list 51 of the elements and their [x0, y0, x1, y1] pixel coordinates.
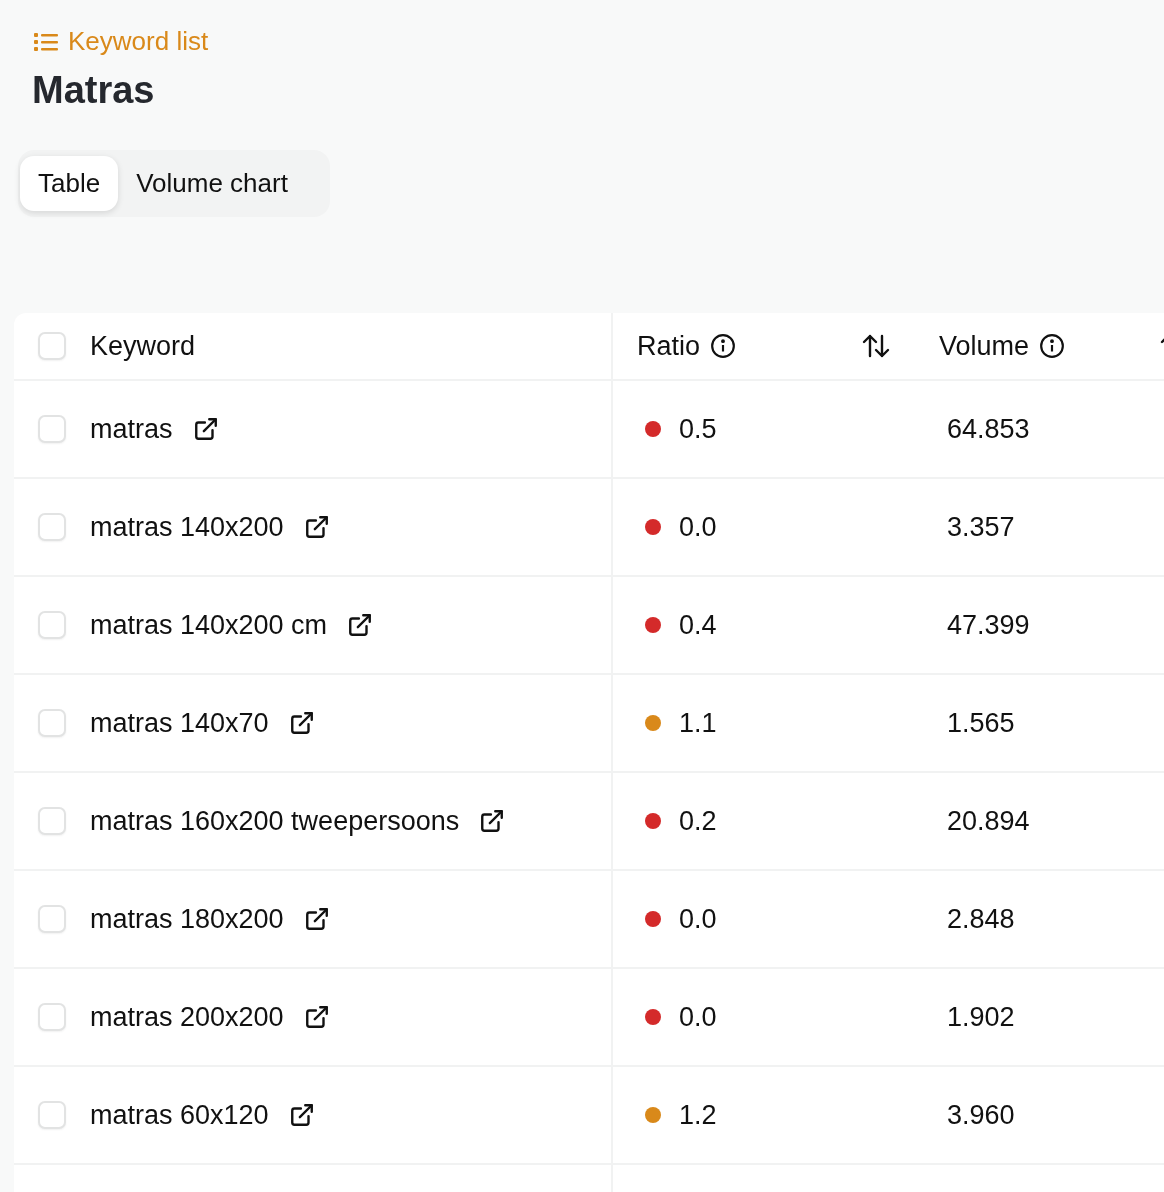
external-link-icon[interactable] [303, 1004, 330, 1030]
external-link-icon[interactable] [288, 1102, 315, 1128]
info-icon[interactable] [710, 333, 737, 359]
checkbox[interactable] [38, 807, 66, 835]
external-link-icon[interactable] [303, 906, 330, 932]
ratio-value: 1.2 [679, 1099, 717, 1131]
volume-value: 2.848 [947, 903, 1015, 935]
keyword-link[interactable]: matras 180x200 [90, 903, 284, 935]
keyword-link[interactable]: matras [90, 413, 173, 445]
volume-value: 3.357 [947, 511, 1015, 543]
checkbox[interactable] [38, 1101, 66, 1129]
volume-value: 47.399 [947, 609, 1030, 641]
external-link-icon[interactable] [347, 612, 374, 638]
checkbox[interactable] [38, 709, 66, 737]
volume-value: 3.960 [947, 1099, 1015, 1131]
column-header: Keyword [90, 330, 196, 362]
checkbox[interactable] [38, 513, 66, 541]
tab[interactable]: Volume chart [118, 156, 306, 211]
keyword-link[interactable]: matras 60x120 [90, 1099, 269, 1131]
ratio-value: 0.4 [679, 609, 717, 641]
external-link-icon[interactable] [192, 416, 219, 442]
checkbox[interactable] [38, 905, 66, 933]
external-link-icon[interactable] [303, 514, 330, 540]
column-header: Volume [939, 330, 1030, 362]
external-link-icon[interactable] [479, 808, 506, 834]
ratio-value: 0.5 [679, 413, 717, 445]
sort-icon[interactable] [861, 333, 891, 359]
checkbox[interactable] [38, 415, 66, 443]
volume-value: 64.853 [947, 413, 1030, 445]
checkbox[interactable] [38, 1003, 66, 1031]
keyword-link[interactable]: matras 200x200 [90, 1001, 284, 1033]
page-title: Matras [32, 69, 156, 112]
volume-value: 20.894 [947, 805, 1030, 837]
keyword-link[interactable]: matras 140x70 [90, 707, 269, 739]
info-icon[interactable] [1039, 333, 1066, 359]
ratio-value: 0.2 [679, 805, 717, 837]
keyword-link[interactable]: matras 160x200 tweepersoons [90, 805, 460, 837]
ratio-value: 0.0 [679, 1001, 717, 1033]
tab[interactable]: Table [20, 156, 119, 211]
ratio-value: 0.0 [679, 511, 717, 543]
column-header: Ratio [637, 330, 701, 362]
checkbox[interactable] [38, 611, 66, 639]
list-icon [34, 31, 58, 52]
ratio-value: 1.1 [679, 707, 717, 739]
external-link-icon[interactable] [288, 710, 315, 736]
keyword-link[interactable]: matras 140x200 [90, 511, 284, 543]
volume-value: 1.902 [947, 1001, 1015, 1033]
checkbox[interactable] [38, 332, 66, 360]
ratio-value: 0.0 [679, 903, 717, 935]
keyword-link[interactable]: matras 140x200 cm [90, 609, 328, 641]
volume-value: 1.565 [947, 707, 1015, 739]
